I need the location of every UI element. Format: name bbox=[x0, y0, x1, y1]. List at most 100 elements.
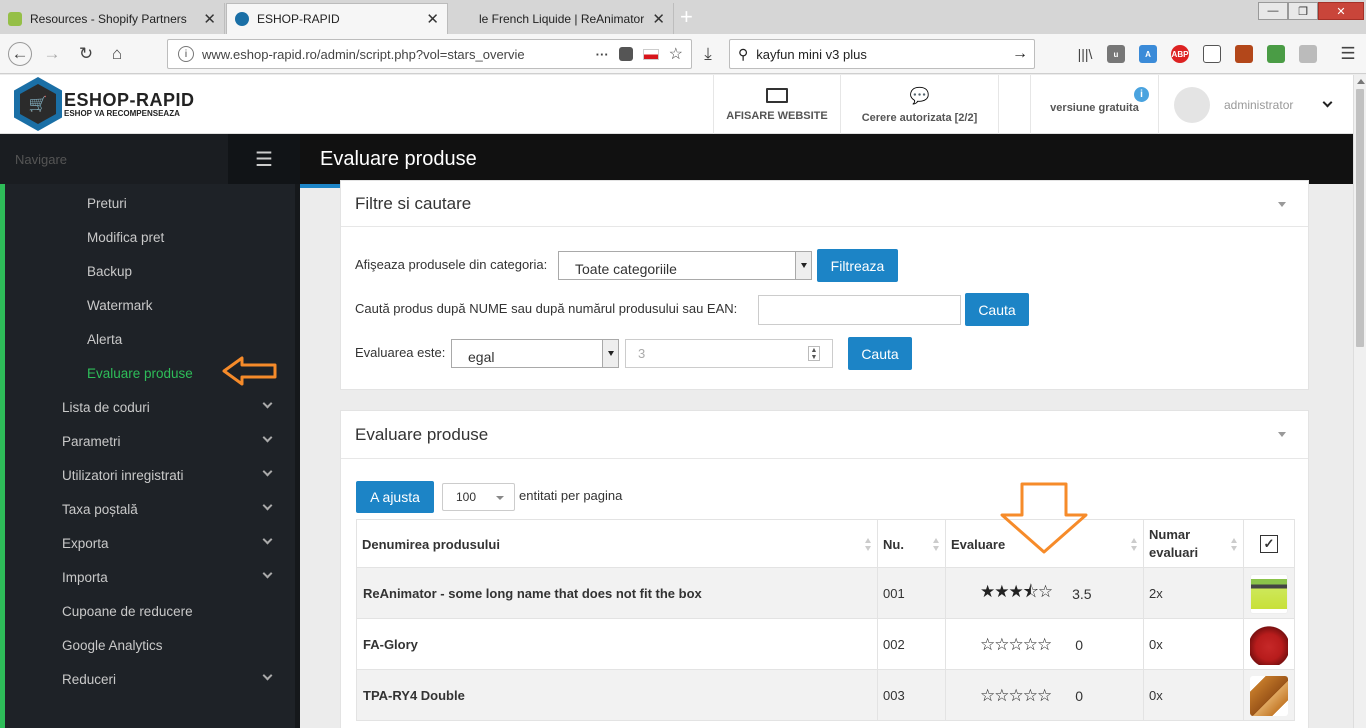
select-all-checkbox[interactable]: ✓ bbox=[1260, 534, 1278, 553]
sidebar-item-label: Reduceri bbox=[62, 671, 117, 687]
avatar bbox=[1174, 86, 1210, 123]
column-header-count[interactable]: Numar evaluari bbox=[1143, 519, 1244, 568]
version-badge[interactable]: i versiune gratuita bbox=[1030, 75, 1158, 134]
pocket-icon[interactable] bbox=[618, 47, 633, 61]
sidebar-item-label: Taxa poștală bbox=[62, 501, 138, 517]
tab-french-liquide[interactable]: le French Liquide | ReAnimator ✕ bbox=[449, 3, 674, 34]
window-close-icon[interactable]: ✕ bbox=[1318, 2, 1364, 20]
user-menu[interactable]: administrator bbox=[1158, 75, 1353, 134]
column-header-number[interactable]: Nu. bbox=[877, 519, 946, 568]
show-website-button[interactable]: AFISARE WEBSITE bbox=[713, 75, 840, 134]
sort-icon[interactable] bbox=[1131, 538, 1137, 552]
close-icon[interactable]: ✕ bbox=[203, 10, 216, 28]
bookmark-star-icon[interactable]: ☆ bbox=[669, 44, 683, 64]
cell-product-number: 003 bbox=[877, 670, 946, 721]
chat-icon: 💬 bbox=[909, 87, 930, 105]
column-header-select[interactable]: ✓ bbox=[1243, 519, 1295, 568]
search-button[interactable]: Cauta bbox=[965, 293, 1029, 326]
forward-icon[interactable]: → bbox=[40, 42, 64, 66]
rating-value: 0 bbox=[1075, 687, 1083, 704]
sidebar-item[interactable]: Parametri bbox=[0, 424, 295, 458]
search-go-icon[interactable]: → bbox=[1012, 45, 1028, 63]
collapse-caret-icon[interactable] bbox=[1278, 202, 1286, 207]
sidebar-item[interactable]: Preturi bbox=[0, 186, 295, 220]
maximize-icon[interactable]: ❐ bbox=[1288, 2, 1318, 20]
search-bar[interactable]: ⚲ kayfun mini v3 plus → bbox=[729, 39, 1035, 69]
sort-icon[interactable] bbox=[933, 538, 939, 552]
sidebar-item[interactable]: Alerta bbox=[0, 322, 295, 356]
product-thumbnail[interactable] bbox=[1249, 675, 1288, 716]
rating-value-stepper[interactable]: 3 ▲ ▼ bbox=[625, 339, 833, 368]
sidebar-item[interactable]: Cupoane de reducere bbox=[0, 594, 295, 628]
column-header-name[interactable]: Denumirea produsului bbox=[356, 519, 878, 568]
info-icon[interactable]: i bbox=[178, 46, 194, 62]
sidebar-item[interactable]: Utilizatori inregistrati bbox=[0, 458, 295, 492]
auth-requests-button[interactable]: 💬 Cerere autorizata [2/2] bbox=[840, 75, 998, 134]
product-search-input[interactable] bbox=[758, 295, 961, 325]
addon3-icon[interactable] bbox=[1299, 45, 1317, 63]
table-row[interactable]: ReAnimator - some long name that does no… bbox=[356, 568, 1295, 619]
library-icon[interactable]: |||\ bbox=[1073, 42, 1097, 66]
per-page-select[interactable]: 100 bbox=[442, 483, 515, 511]
sidebar-item[interactable]: Watermark bbox=[0, 288, 295, 322]
table-row[interactable]: FA-Glory 002 ☆☆☆☆☆ 0 0x bbox=[356, 619, 1295, 670]
menu-icon[interactable]: ☰ bbox=[1336, 42, 1360, 66]
minimize-icon[interactable]: — bbox=[1258, 2, 1288, 20]
sidebar-item[interactable]: Modifica pret bbox=[0, 220, 295, 254]
download-icon[interactable]: ⤓ bbox=[696, 42, 720, 66]
category-select[interactable]: Toate categoriile bbox=[558, 251, 812, 280]
filter-button[interactable]: Filtreaza bbox=[817, 249, 898, 282]
home-icon[interactable]: ⌂ bbox=[105, 42, 129, 66]
adblock-icon[interactable]: ABP bbox=[1171, 45, 1189, 63]
addon2-icon[interactable] bbox=[1267, 45, 1285, 63]
sidebar-item[interactable]: Importa bbox=[0, 560, 295, 594]
chevron-down-icon bbox=[795, 252, 811, 279]
adjust-button[interactable]: A ajusta bbox=[356, 481, 434, 513]
cell-thumbnail[interactable] bbox=[1243, 670, 1295, 721]
sidebar-item[interactable]: Reduceri bbox=[0, 662, 295, 696]
sidebar-item[interactable]: Taxa poștală bbox=[0, 492, 295, 526]
sort-icon[interactable] bbox=[865, 538, 871, 552]
sidebar-item[interactable]: Google Analytics bbox=[0, 628, 295, 662]
chevron-down-icon[interactable] bbox=[1322, 97, 1333, 108]
product-thumbnail[interactable] bbox=[1249, 573, 1288, 614]
tab-eshop-rapid[interactable]: ESHOP-RAPID ✕ bbox=[226, 3, 448, 34]
ublock-icon[interactable]: u bbox=[1107, 45, 1125, 63]
hamburger-icon[interactable]: ☰ bbox=[228, 134, 300, 184]
rating-search-button[interactable]: Cauta bbox=[848, 337, 912, 370]
rating-operator-select[interactable]: egal bbox=[451, 339, 619, 368]
cell-thumbnail[interactable] bbox=[1243, 568, 1295, 619]
new-tab-icon[interactable]: + bbox=[680, 4, 693, 30]
addon-icon[interactable] bbox=[1235, 45, 1253, 63]
filters-panel-header[interactable]: Filtre si cautare bbox=[341, 181, 1308, 227]
cell-thumbnail[interactable] bbox=[1243, 619, 1295, 670]
logo[interactable]: 🛒 ESHOP-RAPID ESHOP VA RECOMPENSEAZA bbox=[14, 77, 195, 131]
url-bar[interactable]: i www.eshop-rapid.ro/admin/script.php?vo… bbox=[167, 39, 692, 69]
reload-icon[interactable]: ↻ bbox=[74, 42, 98, 66]
user-name: administrator bbox=[1224, 97, 1294, 112]
scrollbar-thumb[interactable] bbox=[1356, 89, 1364, 347]
spinner-icon[interactable]: ▲ ▼ bbox=[808, 346, 820, 361]
scroll-up-icon[interactable] bbox=[1357, 79, 1365, 84]
table-row[interactable]: TPA-RY4 Double 003 ☆☆☆☆☆ 0 0x bbox=[356, 670, 1295, 721]
sidebar-item-label: Preturi bbox=[87, 195, 127, 211]
reader-icon[interactable] bbox=[1203, 45, 1221, 63]
back-icon[interactable]: ← bbox=[8, 42, 32, 66]
product-thumbnail[interactable] bbox=[1249, 624, 1288, 665]
sidebar-item[interactable]: Backup bbox=[0, 254, 295, 288]
sidebar-item-label: Backup bbox=[87, 263, 133, 279]
logo-subtitle: ESHOP VA RECOMPENSEAZA bbox=[64, 109, 180, 118]
sort-icon[interactable] bbox=[1231, 538, 1237, 552]
category-value: Toate categoriile bbox=[575, 260, 677, 277]
sidebar: Navigare ☰ Preturi Modifica pret Backup Wat… bbox=[0, 134, 300, 728]
close-icon[interactable]: ✕ bbox=[426, 10, 439, 28]
close-icon[interactable]: ✕ bbox=[652, 10, 665, 28]
sidebar-item[interactable]: Lista de coduri bbox=[0, 390, 295, 424]
tab-shopify[interactable]: Resources - Shopify Partners ✕ bbox=[0, 3, 225, 34]
page-actions-icon[interactable]: ··· bbox=[596, 47, 609, 62]
sidebar-item[interactable]: Exporta bbox=[0, 526, 295, 560]
products-panel-header[interactable]: Evaluare produse bbox=[341, 411, 1308, 459]
page-scrollbar[interactable] bbox=[1353, 75, 1366, 728]
translate-icon[interactable]: A bbox=[1139, 45, 1157, 63]
collapse-caret-icon[interactable] bbox=[1278, 432, 1286, 437]
